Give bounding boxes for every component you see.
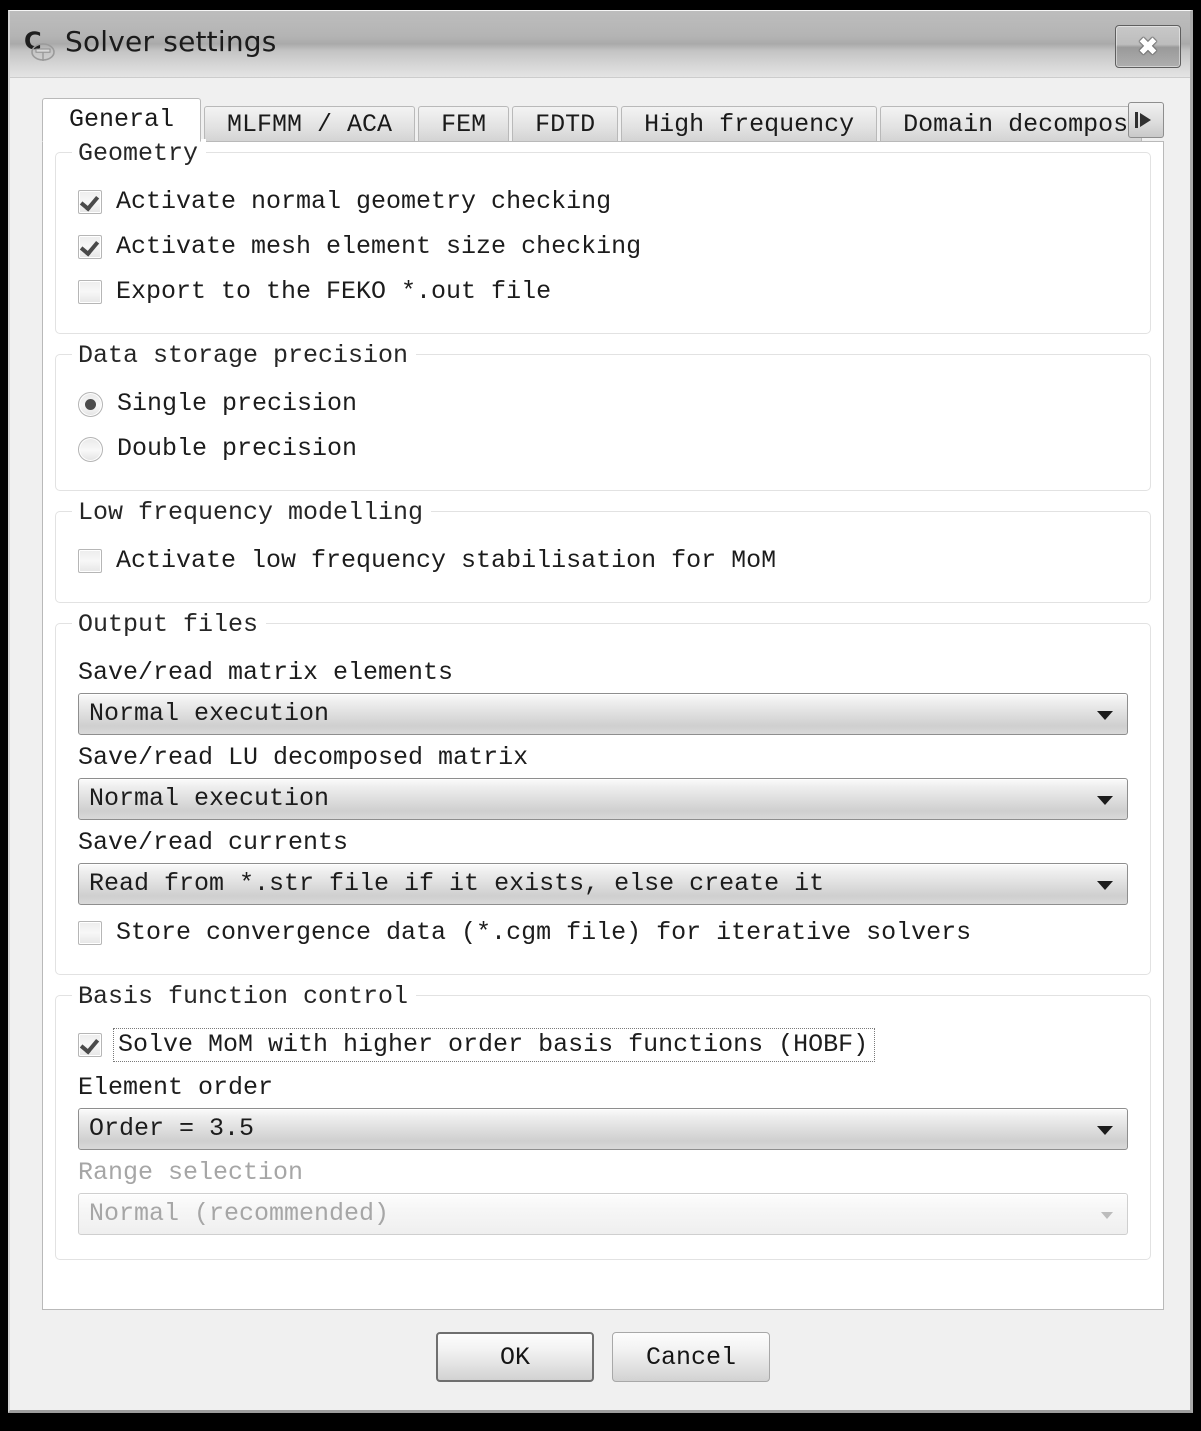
checkbox-row-store-convergence-data[interactable]: Store convergence data (*.cgm file) for … — [78, 913, 1132, 953]
label-save-read-currents: Save/read currents — [78, 828, 349, 857]
checkbox-label: Activate normal geometry checking — [116, 187, 612, 217]
group-geometry-legend: Geometry — [72, 139, 207, 168]
ok-button[interactable]: OK — [436, 1332, 594, 1382]
chevron-down-icon — [1097, 711, 1113, 720]
radio-row-single-precision[interactable]: Single precision — [78, 384, 1132, 424]
combo-element-order[interactable]: Order = 3.5 — [78, 1108, 1128, 1150]
cancel-button[interactable]: Cancel — [612, 1332, 770, 1382]
group-output-files-legend: Output files — [72, 610, 267, 639]
radio-single-precision[interactable] — [78, 391, 103, 417]
group-output-files: Output files Save/read matrix elements N… — [55, 610, 1151, 975]
close-icon: ✖ — [1137, 32, 1159, 61]
combo-value: Normal execution — [89, 699, 330, 728]
checkbox-row-low-frequency-stabilisation[interactable]: Activate low frequency stabilisation for… — [78, 541, 1132, 581]
combo-save-read-currents[interactable]: Read from *.str file if it exists, else … — [78, 863, 1128, 905]
label-save-read-matrix-elements: Save/read matrix elements — [78, 658, 454, 687]
checkbox-store-convergence-data[interactable] — [78, 921, 102, 945]
combo-value: Read from *.str file if it exists, else … — [89, 869, 825, 898]
window-title: Solver settings — [65, 25, 277, 58]
chevron-down-icon — [1097, 881, 1113, 890]
tab-domain-decomposition[interactable]: Domain decomposition — [880, 106, 1143, 142]
tab-high-frequency[interactable]: High frequency — [621, 106, 878, 142]
checkbox-row-mesh-element-size-checking[interactable]: Activate mesh element size checking — [78, 227, 1132, 267]
group-data-storage-precision: Data storage precision Single precision … — [55, 341, 1151, 491]
solver-settings-window: C Solver settings ✖ General MLFMM / ACA — [8, 10, 1193, 1413]
close-button[interactable]: ✖ — [1115, 25, 1181, 68]
radio-label: Double precision — [117, 434, 358, 464]
radio-label: Single precision — [117, 389, 358, 419]
tab-list: General MLFMM / ACA FEM FDTD High freque… — [42, 98, 1145, 142]
combo-value: Order = 3.5 — [89, 1114, 255, 1143]
checkbox-activate-normal-geometry-checking[interactable] — [78, 190, 102, 214]
title-bar: C Solver settings ✖ — [10, 11, 1190, 78]
label-range-selection: Range selection — [78, 1158, 304, 1187]
label-element-order: Element order — [78, 1073, 274, 1102]
solver-app-icon: C — [23, 25, 63, 65]
chevron-down-icon — [1097, 796, 1113, 805]
scroll-right-icon[interactable] — [1128, 102, 1164, 138]
group-precision-legend: Data storage precision — [72, 341, 417, 370]
group-basis-function-legend: Basis function control — [72, 982, 417, 1011]
checkbox-activate-low-frequency-stabilisation[interactable] — [78, 549, 102, 573]
tab-page-general: Geometry Activate normal geometry checki… — [42, 139, 1164, 1310]
checkbox-row-export-feko-out[interactable]: Export to the FEKO *.out file — [78, 272, 1132, 312]
combo-value: Normal execution — [89, 784, 330, 813]
radio-row-double-precision[interactable]: Double precision — [78, 429, 1132, 469]
combo-range-selection: Normal (recommended) — [78, 1193, 1128, 1235]
group-low-frequency-legend: Low frequency modelling — [72, 498, 432, 527]
tab-mlfmm-aca[interactable]: MLFMM / ACA — [204, 106, 416, 142]
tab-general[interactable]: General — [42, 98, 202, 142]
checkbox-activate-mesh-element-size-checking[interactable] — [78, 235, 102, 259]
tab-fem[interactable]: FEM — [418, 106, 510, 142]
checkbox-label: Solve MoM with higher order basis functi… — [113, 1027, 876, 1063]
checkbox-row-hobf[interactable]: Solve MoM with higher order basis functi… — [78, 1025, 1132, 1065]
checkbox-solve-mom-with-hobf[interactable] — [78, 1033, 102, 1057]
combo-save-read-matrix-elements[interactable]: Normal execution — [78, 693, 1128, 735]
chevron-down-icon — [1101, 1212, 1113, 1219]
group-low-frequency-modelling: Low frequency modelling Activate low fre… — [55, 498, 1151, 603]
checkbox-row-normal-geometry-checking[interactable]: Activate normal geometry checking — [78, 182, 1132, 222]
tab-strip: General MLFMM / ACA FEM FDTD High freque… — [42, 98, 1164, 142]
chevron-down-icon — [1097, 1126, 1113, 1135]
checkbox-label: Activate low frequency stabilisation for… — [116, 546, 777, 576]
combo-value: Normal (recommended) — [89, 1199, 390, 1228]
checkbox-label: Activate mesh element size checking — [116, 232, 642, 262]
tab-fdtd[interactable]: FDTD — [512, 106, 619, 142]
dialog-footer: OK Cancel — [42, 1322, 1164, 1392]
label-save-read-lu-decomposed-matrix: Save/read LU decomposed matrix — [78, 743, 529, 772]
checkbox-label: Export to the FEKO *.out file — [116, 277, 552, 307]
group-basis-function-control: Basis function control Solve MoM with hi… — [55, 982, 1151, 1260]
checkbox-label: Store convergence data (*.cgm file) for … — [116, 918, 972, 948]
dialog-body: General MLFMM / ACA FEM FDTD High freque… — [10, 78, 1190, 1410]
group-geometry: Geometry Activate normal geometry checki… — [55, 139, 1151, 334]
combo-save-read-lu-decomposed-matrix[interactable]: Normal execution — [78, 778, 1128, 820]
radio-double-precision[interactable] — [78, 436, 103, 462]
checkbox-export-to-feko-out-file[interactable] — [78, 280, 102, 304]
